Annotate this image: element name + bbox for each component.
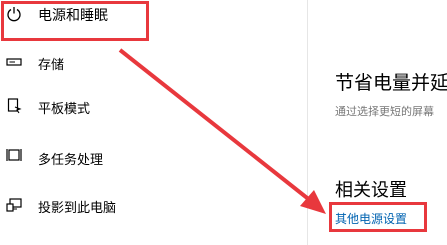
settings-sidebar: 电源和睡眠 存储 平板模式 多任务处理 投影到此电脑 (0, 0, 307, 245)
section-title: 节省电量并延长 (335, 72, 447, 94)
related-settings-title: 相关设置 (335, 180, 407, 201)
additional-power-settings-link[interactable]: 其他电源设置 (335, 210, 407, 227)
sidebar-item-multitasking[interactable]: 多任务处理 (0, 139, 300, 175)
sidebar-item-label: 投影到此电脑 (38, 201, 117, 216)
section-description: 通过选择更短的屏幕 (335, 105, 434, 118)
tablet-mode-icon (6, 98, 22, 114)
multitasking-icon (6, 147, 22, 163)
sidebar-item-storage[interactable]: 存储 (0, 44, 300, 80)
settings-content: 节省电量并延长 通过选择更短的屏幕 相关设置 其他电源设置 (308, 0, 447, 245)
sidebar-item-label: 平板模式 (38, 102, 91, 117)
sidebar-item-label: 存储 (38, 58, 65, 73)
sidebar-item-project-to-pc[interactable]: 投影到此电脑 (0, 187, 300, 223)
sidebar-item-label: 多任务处理 (38, 153, 104, 168)
highlight-box-power-sleep (1, 1, 149, 41)
project-to-pc-icon (6, 197, 22, 213)
storage-icon (6, 54, 22, 70)
sidebar-item-tablet-mode[interactable]: 平板模式 (0, 88, 300, 124)
